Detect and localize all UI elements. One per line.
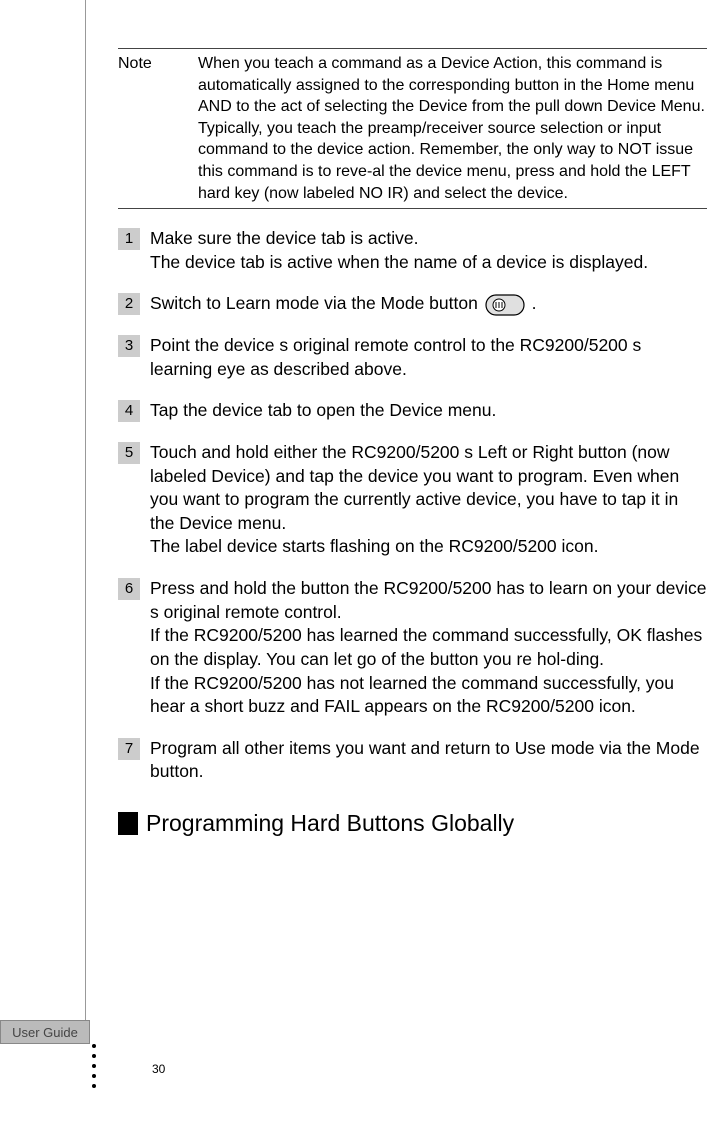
step-number: 7 xyxy=(118,738,140,760)
page: Note When you teach a command as a Devic… xyxy=(0,0,717,1123)
footer-label: User Guide xyxy=(0,1020,90,1044)
step-2-text-after: . xyxy=(532,293,537,313)
dot-icon xyxy=(92,1084,96,1088)
mode-button-icon xyxy=(485,294,525,316)
dot-icon xyxy=(92,1064,96,1068)
section-marker xyxy=(118,812,138,835)
step-1: 1 Make sure the device tab is active. Th… xyxy=(118,227,707,274)
step-number: 5 xyxy=(118,442,140,464)
dot-icon xyxy=(92,1074,96,1078)
left-rule xyxy=(85,0,86,1040)
step-body: Point the device s original remote contr… xyxy=(150,334,707,381)
step-body: Program all other items you want and ret… xyxy=(150,737,707,784)
step-6: 6 Press and hold the button the RC9200/5… xyxy=(118,577,707,719)
step-5: 5 Touch and hold either the RC9200/5200 … xyxy=(118,441,707,559)
steps-list: 1 Make sure the device tab is active. Th… xyxy=(118,227,707,784)
content-area: Note When you teach a command as a Devic… xyxy=(118,48,707,837)
step-body: Switch to Learn mode via the Mode button… xyxy=(150,292,707,316)
step-body: Tap the device tab to open the Device me… xyxy=(150,399,707,423)
footer-dots xyxy=(92,1044,96,1088)
page-number: 30 xyxy=(152,1062,165,1076)
step-number: 6 xyxy=(118,578,140,600)
step-2-text-before: Switch to Learn mode via the Mode button xyxy=(150,293,483,313)
step-number: 4 xyxy=(118,400,140,422)
step-7: 7 Program all other items you want and r… xyxy=(118,737,707,784)
dot-icon xyxy=(92,1054,96,1058)
step-4: 4 Tap the device tab to open the Device … xyxy=(118,399,707,423)
step-number: 2 xyxy=(118,293,140,315)
note-block: Note When you teach a command as a Devic… xyxy=(118,48,707,209)
step-number: 3 xyxy=(118,335,140,357)
step-3: 3 Point the device s original remote con… xyxy=(118,334,707,381)
note-label: Note xyxy=(118,53,198,204)
section-heading: Programming Hard Buttons Globally xyxy=(118,810,707,837)
section-title: Programming Hard Buttons Globally xyxy=(146,810,514,837)
dot-icon xyxy=(92,1044,96,1048)
step-2: 2 Switch to Learn mode via the Mode butt… xyxy=(118,292,707,316)
step-body: Press and hold the button the RC9200/520… xyxy=(150,577,707,719)
step-number: 1 xyxy=(118,228,140,250)
step-body: Make sure the device tab is active. The … xyxy=(150,227,707,274)
note-text: When you teach a command as a Device Act… xyxy=(198,53,707,204)
step-body: Touch and hold either the RC9200/5200 s … xyxy=(150,441,707,559)
